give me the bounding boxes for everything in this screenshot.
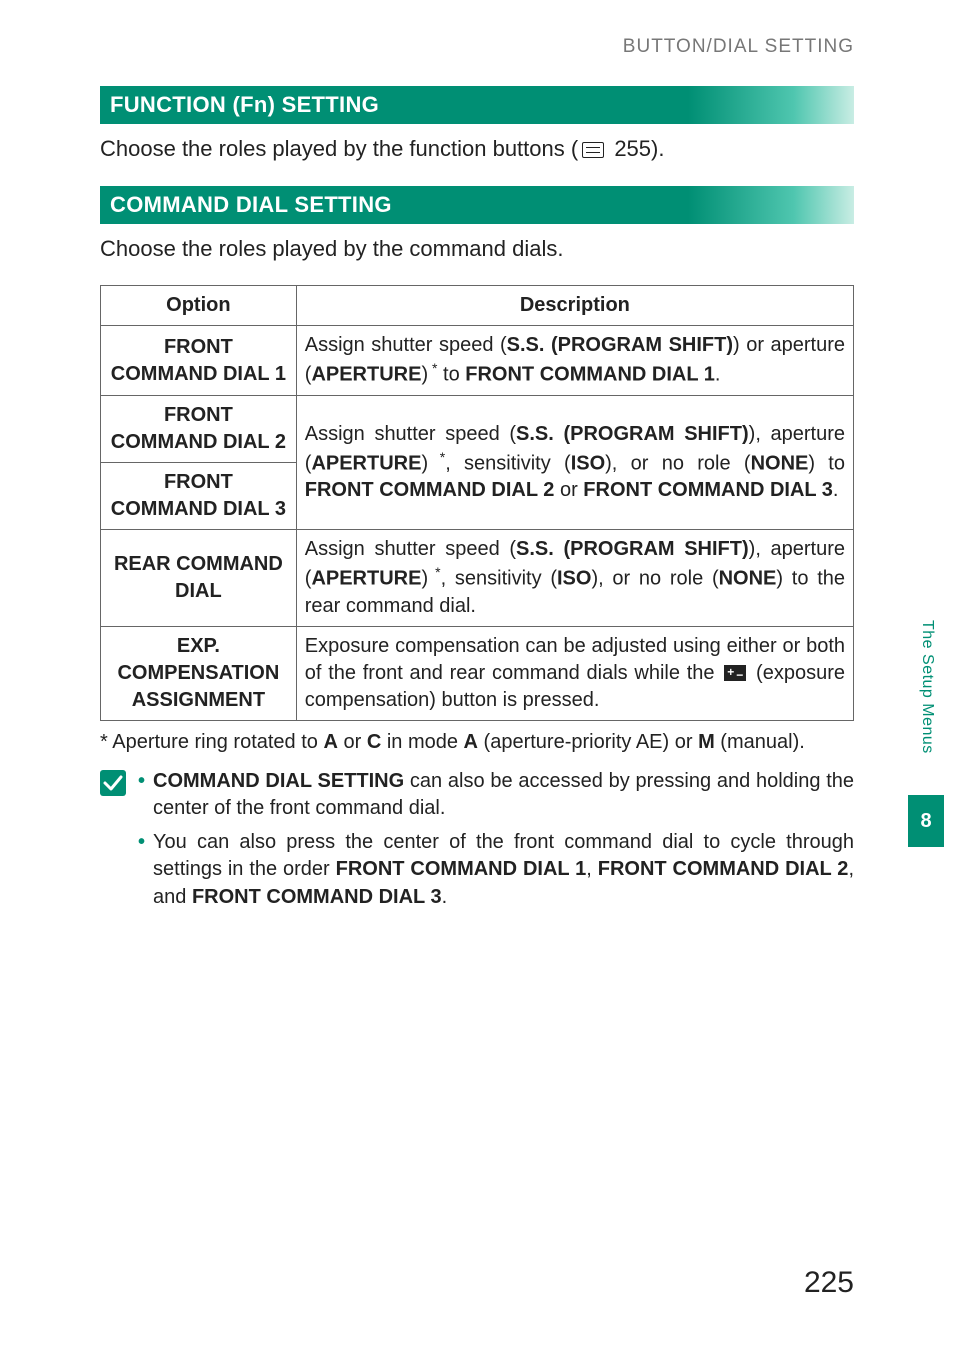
text: , sensitivity ( (445, 452, 570, 474)
text: Assign shutter speed ( (305, 538, 516, 560)
tip-icon (100, 770, 126, 796)
description-cell: Exposure compensation can be adjusted us… (296, 626, 853, 720)
text: . (715, 364, 721, 386)
footnote: * Aperture ring rotated to A or C in mod… (100, 731, 854, 754)
tip-item: • COMMAND DIAL SETTING can also be acces… (138, 768, 854, 823)
exposure-compensation-icon (724, 665, 746, 681)
col-header-option: Option (101, 286, 297, 326)
section-dial-intro: Choose the roles played by the command d… (100, 234, 854, 264)
text: Choose the roles played by the function … (100, 136, 578, 161)
bullet-icon: • (138, 768, 145, 823)
option-cell: REAR COMMAND DIAL (101, 530, 297, 627)
text: or (554, 479, 583, 501)
footnote-ref: * (428, 449, 445, 465)
section-heading-dial: COMMAND DIAL SETTING (100, 186, 854, 224)
text-bold: FRONT COMMAND DIAL 1 (336, 858, 587, 880)
text: . (442, 886, 448, 908)
description-cell: Assign shutter speed (S.S. (PROGRAM SHIF… (296, 530, 853, 627)
text: ) to (808, 452, 845, 474)
options-table: Option Description FRONT COMMAND DIAL 1 … (100, 285, 854, 720)
text-bold: APERTURE (311, 364, 421, 386)
text-bold: A (464, 731, 478, 753)
text: (aperture-priority AE) or (478, 731, 698, 753)
text: to (437, 364, 465, 386)
text: ), or no role ( (591, 568, 718, 590)
manual-page-icon (582, 142, 604, 158)
section-heading-fn: FUNCTION (Fn) SETTING (100, 86, 854, 124)
option-cell: FRONT COMMAND DIAL 2 (101, 396, 297, 463)
text-bold: ISO (571, 452, 605, 474)
text-bold: A (323, 731, 337, 753)
text: , sensitivity ( (441, 568, 557, 590)
text: * Aperture ring rotated to (100, 731, 323, 753)
text-bold: S.S. (PROGRAM SHIFT) (516, 538, 749, 560)
text-bold: NONE (719, 568, 777, 590)
text-bold: COMMAND DIAL SETTING (153, 770, 404, 792)
text: in mode (381, 731, 463, 753)
col-header-description: Description (296, 286, 853, 326)
option-cell: EXP. COMPENSATION ASSIGNMENT (101, 626, 297, 720)
section-fn-intro: Choose the roles played by the function … (100, 134, 854, 164)
text: (manual). (715, 731, 805, 753)
text: Assign shutter speed ( (305, 423, 516, 445)
text-bold: S.S. (PROGRAM SHIFT) (516, 423, 749, 445)
footnote-ref: * (428, 564, 441, 580)
text-bold: APERTURE (311, 568, 421, 590)
text-bold: FRONT COMMAND DIAL 2 (598, 858, 849, 880)
side-section-label: The Setup Menus (918, 620, 936, 754)
text-bold: M (698, 731, 715, 753)
option-cell: FRONT COMMAND DIAL 3 (101, 463, 297, 530)
chapter-tab: 8 (908, 795, 944, 847)
text: . (833, 479, 839, 501)
text: Assign shutter speed ( (305, 334, 507, 356)
text: , (586, 858, 597, 880)
text-bold: APERTURE (311, 452, 421, 474)
option-cell: FRONT COMMAND DIAL 1 (101, 326, 297, 396)
text-bold: S.S. (PROGRAM SHIFT) (507, 334, 733, 356)
description-cell: Assign shutter speed (S.S. (PROGRAM SHIF… (296, 326, 853, 396)
text: ), or no role ( (605, 452, 750, 474)
text: 255). (608, 136, 664, 161)
text-bold: C (367, 731, 381, 753)
bullet-icon: • (138, 829, 145, 912)
text-bold: FRONT COMMAND DIAL 3 (192, 886, 442, 908)
text-bold: FRONT COMMAND DIAL 2 (305, 479, 555, 501)
tips-block: • COMMAND DIAL SETTING can also be acces… (100, 768, 854, 918)
text-bold: NONE (751, 452, 809, 474)
text-bold: FRONT COMMAND DIAL 1 (465, 364, 715, 386)
text: or (338, 731, 367, 753)
description-cell: Assign shutter speed (S.S. (PROGRAM SHIF… (296, 396, 853, 530)
breadcrumb: BUTTON/DIAL SETTING (100, 36, 854, 58)
text-bold: ISO (557, 568, 591, 590)
text-bold: FRONT COMMAND DIAL 3 (583, 479, 833, 501)
tip-item: • You can also press the center of the f… (138, 829, 854, 912)
page-number: 225 (804, 1266, 854, 1300)
